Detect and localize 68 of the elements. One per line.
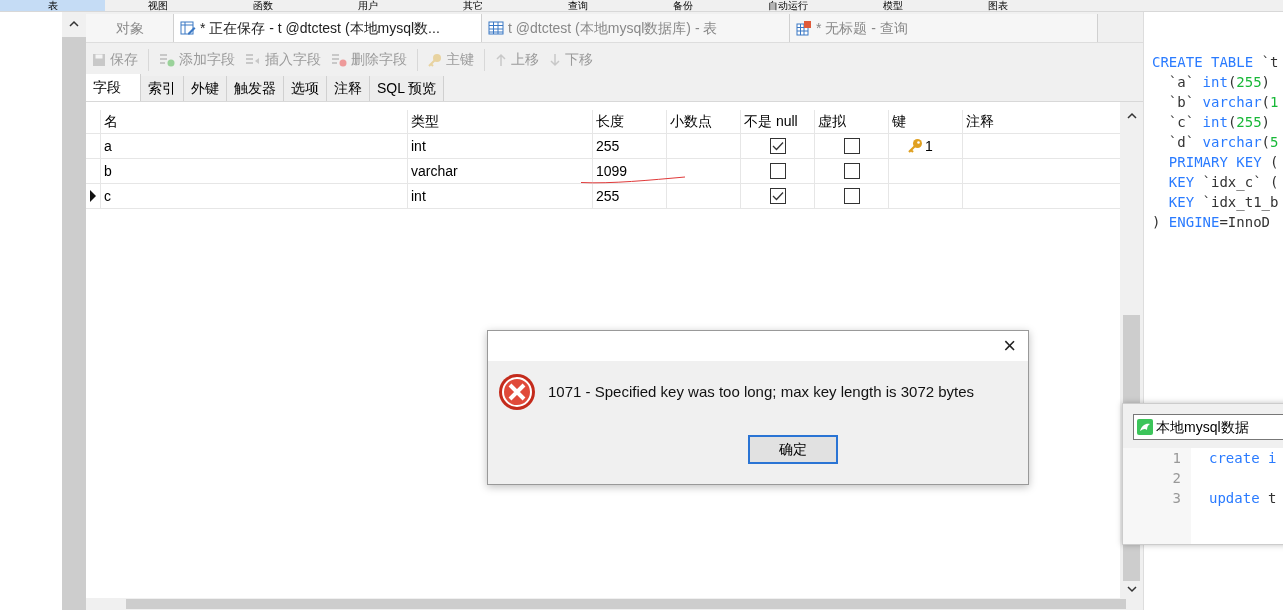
document-tab[interactable]: * 正在保存 - t @dtctest (本地mysql数... xyxy=(174,14,482,42)
code-line: CREATE TABLE `t xyxy=(1152,53,1280,72)
column-header[interactable]: 名 xyxy=(100,110,407,133)
key-icon xyxy=(907,138,923,154)
not-null-checkbox[interactable] xyxy=(769,163,786,179)
table-cell-text: 1099 xyxy=(596,161,628,181)
key-order: 1 xyxy=(925,136,933,156)
column-header[interactable]: 长度 xyxy=(592,110,666,133)
query-table-icon xyxy=(796,20,812,36)
side-scrollbar[interactable] xyxy=(62,12,86,610)
code-line: `b` varchar(1 xyxy=(1167,93,1280,112)
delete-field-icon xyxy=(331,52,347,67)
column-header[interactable]: 类型 xyxy=(407,110,592,133)
not-null-checkbox[interactable] xyxy=(769,138,786,154)
key-icon xyxy=(428,52,442,67)
ok-button[interactable]: 确定 xyxy=(748,435,838,464)
caret-up-icon[interactable] xyxy=(69,20,79,27)
table-cell: c xyxy=(100,184,407,208)
table-cell: a xyxy=(100,134,407,158)
table-edit-icon xyxy=(180,20,196,36)
menu-item[interactable]: 备份 xyxy=(630,0,735,11)
table-cell: b xyxy=(100,159,407,183)
code-line: KEY `idx_c` ( xyxy=(1167,173,1280,192)
error-message: 1071 - Specified key was too long; max key length is 3072 bytes xyxy=(548,381,975,402)
line-number: 2 xyxy=(1171,469,1181,488)
menu-item[interactable]: 用户 xyxy=(315,0,420,11)
save-icon xyxy=(92,52,106,67)
menu-item[interactable]: 查询 xyxy=(525,0,630,11)
column-header[interactable]: 键 xyxy=(888,110,962,133)
menu-item[interactable]: 其它 xyxy=(420,0,525,11)
code-line: ) ENGINE=InnoD xyxy=(1152,213,1271,232)
not-null-checkbox[interactable] xyxy=(769,188,786,204)
code-line: create i xyxy=(1209,450,1277,466)
error-icon xyxy=(498,373,536,411)
close-button[interactable]: × xyxy=(1003,335,1016,357)
table-cell: varchar xyxy=(407,159,592,183)
code-line: `a` int(255) xyxy=(1167,73,1272,92)
code-line: `d` varchar(5 xyxy=(1167,133,1280,152)
code-line: PRIMARY KEY ( xyxy=(1167,153,1280,172)
add-field-icon xyxy=(159,52,175,67)
insert-field-icon xyxy=(245,52,261,67)
column-header[interactable]: 虚拟 xyxy=(814,110,888,133)
caret-up-icon[interactable] xyxy=(1126,112,1137,119)
menu-item[interactable]: 自动运行 xyxy=(735,0,840,11)
line-number: 1 xyxy=(1171,449,1181,468)
column-header[interactable]: 不是 null xyxy=(740,110,814,133)
code-line: KEY `idx_t1_b xyxy=(1167,193,1280,212)
arrow-up-icon xyxy=(495,52,507,67)
arrow-down-icon xyxy=(549,52,561,67)
table-cell-text: 255 xyxy=(596,136,620,156)
code-line: update t xyxy=(1209,490,1277,506)
virtual-checkbox[interactable] xyxy=(843,188,860,204)
caret-down-icon[interactable] xyxy=(1126,586,1137,593)
code-line: `c` int(255) xyxy=(1167,113,1272,132)
menu-item[interactable]: 表 xyxy=(0,0,105,11)
menu-item[interactable]: 视图 xyxy=(105,0,210,11)
menu-item[interactable]: 函数 xyxy=(210,0,315,11)
table-cell: int xyxy=(407,134,592,158)
table-cell: int xyxy=(407,184,592,208)
section-tab[interactable]: 字段 xyxy=(86,74,141,101)
column-header[interactable]: 小数点 xyxy=(666,110,740,133)
line-number: 3 xyxy=(1171,489,1181,508)
menu-item[interactable]: 模型 xyxy=(840,0,945,11)
virtual-checkbox[interactable] xyxy=(843,138,860,154)
menu-item[interactable]: 图表 xyxy=(945,0,1050,11)
table-icon xyxy=(488,20,504,36)
virtual-checkbox[interactable] xyxy=(843,163,860,179)
table-cell-text: 255 xyxy=(596,186,620,206)
